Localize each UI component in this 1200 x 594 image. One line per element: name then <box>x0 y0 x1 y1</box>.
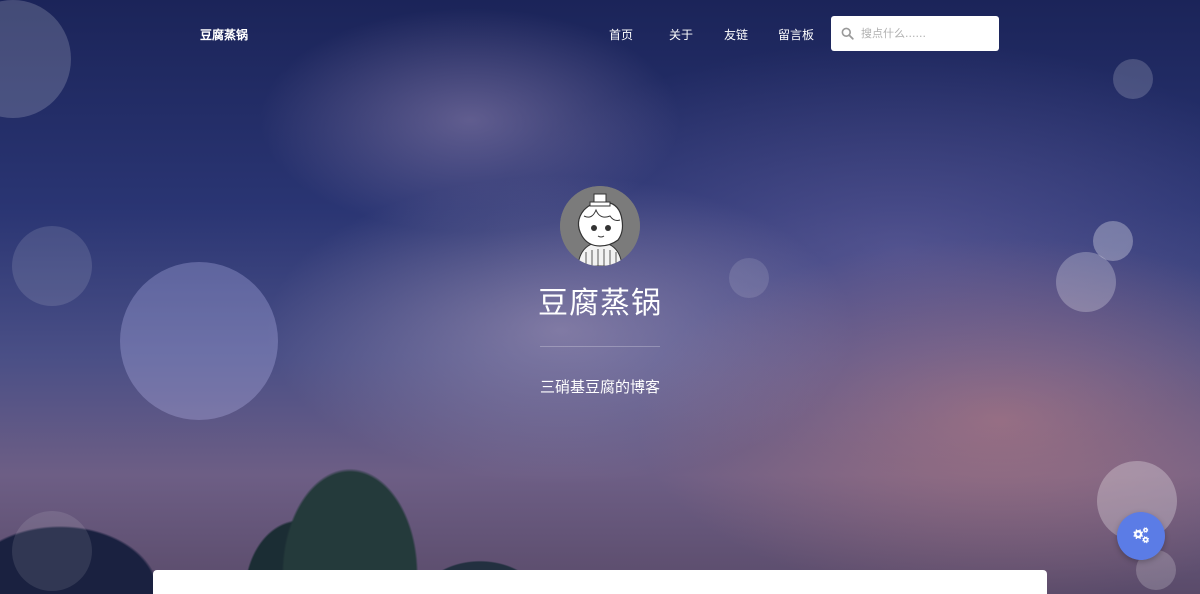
background-trees <box>0 334 620 594</box>
site-brand-link[interactable]: 豆腐蒸锅 <box>200 26 248 43</box>
navbar: 豆腐蒸锅 首页 关于 友链 留言板 <box>0 0 1200 68</box>
title-divider <box>540 346 660 347</box>
search-input[interactable] <box>861 16 991 51</box>
nav-link-friends[interactable]: 友链 <box>724 26 748 43</box>
nav-link-guestbook[interactable]: 留言板 <box>778 26 814 43</box>
search-icon <box>841 27 854 40</box>
site-subtitle: 三硝基豆腐的博客 <box>539 378 660 396</box>
page: 豆腐蒸锅 首页 关于 友链 留言板 搜点什么...... 豆腐蒸锅 三硝基豆腐的… <box>0 0 1200 594</box>
avatar <box>560 186 640 266</box>
bubble <box>12 511 92 591</box>
settings-button[interactable] <box>1117 512 1165 560</box>
nav-link-about[interactable]: 关于 <box>669 26 693 43</box>
cogs-icon <box>1133 527 1150 544</box>
content-card <box>153 570 1047 594</box>
site-title: 豆腐蒸锅 <box>538 286 662 321</box>
search-box <box>831 16 999 51</box>
anime-avatar-icon <box>560 186 640 266</box>
nav-link-home[interactable]: 首页 <box>609 26 633 43</box>
